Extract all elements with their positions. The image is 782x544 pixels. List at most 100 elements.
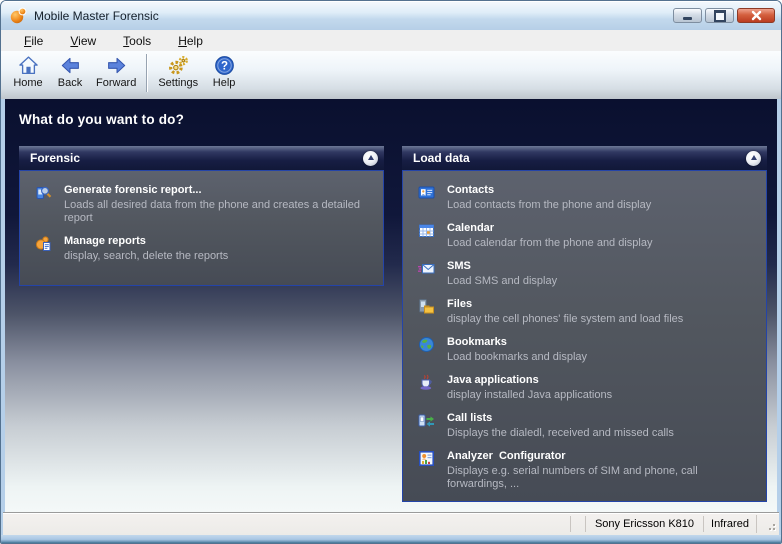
home-icon xyxy=(18,55,39,76)
forward-label: Forward xyxy=(96,77,136,89)
item-description: display the cell phones' file system and… xyxy=(447,313,683,326)
item-text: Contacts Load contacts from the phone an… xyxy=(447,183,651,212)
bookmarks-item[interactable]: Bookmarks Load bookmarks and display xyxy=(416,335,756,364)
manage-reports-item[interactable]: Manage reports display, search, delete t… xyxy=(33,234,373,263)
back-button[interactable]: Back xyxy=(49,53,91,94)
java-applications-item[interactable]: Java applications display installed Java… xyxy=(416,373,756,402)
settings-label: Settings xyxy=(158,77,198,89)
chevron-up-icon xyxy=(751,155,757,160)
minimize-icon xyxy=(683,17,692,20)
files-icon xyxy=(418,298,435,315)
java-icon xyxy=(418,374,435,391)
status-bar: Sony Ericsson K810 Infrared xyxy=(3,512,779,535)
item-text: Bookmarks Load bookmarks and display xyxy=(447,335,587,364)
item-description: Displays e.g. serial numbers of SIM and … xyxy=(447,465,753,491)
calendar-item[interactable]: Calendar Load calendar from the phone an… xyxy=(416,221,756,250)
back-label: Back xyxy=(58,77,82,89)
menu-help-hotkey: H xyxy=(178,34,187,48)
item-title: SMS xyxy=(447,259,557,273)
item-description: Load contacts from the phone and display xyxy=(447,199,651,212)
toolbar: Home Back Forward Settings xyxy=(1,51,781,99)
item-text: Call lists Displays the dialedl, receive… xyxy=(447,411,674,440)
item-title: Calendar xyxy=(447,221,652,235)
item-text: Java applications display installed Java… xyxy=(447,373,612,402)
gears-icon xyxy=(168,55,189,76)
contacts-icon xyxy=(418,184,435,201)
window-title: Mobile Master Forensic xyxy=(34,9,670,23)
item-description: display, search, delete the reports xyxy=(64,250,228,263)
forensic-collapse-button[interactable] xyxy=(363,151,378,166)
menu-tools-label: ools xyxy=(129,34,151,48)
item-title: Generate forensic report... xyxy=(64,183,370,197)
item-text: Files display the cell phones' file syst… xyxy=(447,297,683,326)
generate-forensic-report-item[interactable]: Generate forensic report... Loads all de… xyxy=(33,183,373,225)
forensic-panel-header: Forensic xyxy=(19,146,384,170)
call-lists-icon xyxy=(418,412,435,429)
menu-help[interactable]: Help xyxy=(169,32,212,50)
contacts-item[interactable]: Contacts Load contacts from the phone an… xyxy=(416,183,756,212)
app-logo-icon xyxy=(10,7,27,24)
svg-text:?: ? xyxy=(221,61,228,73)
manage-reports-icon xyxy=(35,235,52,252)
minimize-button[interactable] xyxy=(673,8,702,23)
item-title: Java applications xyxy=(447,373,612,387)
main-content: What do you want to do? Forensic xyxy=(5,99,777,512)
menu-file[interactable]: File xyxy=(15,32,52,50)
status-device: Sony Ericsson K810 xyxy=(585,516,703,532)
call-lists-item[interactable]: Call lists Displays the dialedl, receive… xyxy=(416,411,756,440)
item-description: Load bookmarks and display xyxy=(447,351,587,364)
home-button[interactable]: Home xyxy=(7,53,49,94)
item-text: Analyzer Configurator Displays e.g. seri… xyxy=(447,449,753,491)
item-text: SMS Load SMS and display xyxy=(447,259,557,288)
chevron-up-icon xyxy=(368,155,374,160)
menu-help-label: elp xyxy=(187,34,203,48)
help-label: Help xyxy=(213,77,236,89)
load-data-collapse-button[interactable] xyxy=(746,151,761,166)
settings-button[interactable]: Settings xyxy=(153,53,203,94)
home-label: Home xyxy=(13,77,42,89)
item-title: Bookmarks xyxy=(447,335,587,349)
analyzer-icon xyxy=(418,450,435,467)
forensic-report-icon xyxy=(35,184,52,201)
bookmarks-icon xyxy=(418,336,435,353)
load-data-panel-header: Load data xyxy=(402,146,767,170)
item-text: Generate forensic report... Loads all de… xyxy=(64,183,370,225)
menu-view[interactable]: View xyxy=(61,32,105,50)
forward-button[interactable]: Forward xyxy=(91,53,141,94)
load-data-panel-title: Load data xyxy=(413,151,746,165)
sms-item[interactable]: SMS Load SMS and display xyxy=(416,259,756,288)
item-title: Manage reports xyxy=(64,234,228,248)
item-description: Displays the dialedl, received and misse… xyxy=(447,427,674,440)
calendar-icon xyxy=(418,222,435,239)
analyzer-configurator-item[interactable]: Analyzer Configurator Displays e.g. seri… xyxy=(416,449,756,491)
load-data-panel-body: Contacts Load contacts from the phone an… xyxy=(402,170,767,502)
help-button[interactable]: ? Help xyxy=(203,53,245,94)
item-text: Manage reports display, search, delete t… xyxy=(64,234,228,263)
menu-tools[interactable]: Tools xyxy=(114,32,160,50)
help-icon: ? xyxy=(214,55,235,76)
item-title: Contacts xyxy=(447,183,651,197)
title-bar: Mobile Master Forensic xyxy=(1,1,781,30)
close-icon xyxy=(751,10,762,21)
load-data-panel: Load data xyxy=(402,146,767,502)
status-connection: Infrared xyxy=(703,516,756,532)
menu-bar: File View Tools Help xyxy=(1,30,781,51)
app-window: Mobile Master Forensic File View Tools H… xyxy=(0,0,782,544)
toolbar-separator xyxy=(146,54,147,92)
back-arrow-icon xyxy=(60,55,81,76)
item-description: Loads all desired data from the phone an… xyxy=(64,199,370,225)
menu-view-hotkey: V xyxy=(70,34,78,48)
item-description: display installed Java applications xyxy=(447,389,612,402)
forensic-panel-title: Forensic xyxy=(30,151,363,165)
forensic-panel: Forensic Generat xyxy=(19,146,384,286)
item-title: Call lists xyxy=(447,411,674,425)
maximize-button[interactable] xyxy=(705,8,734,23)
files-item[interactable]: Files display the cell phones' file syst… xyxy=(416,297,756,326)
item-title: Analyzer Configurator xyxy=(447,449,753,463)
menu-file-label: ile xyxy=(31,34,43,48)
resize-grip[interactable] xyxy=(756,515,779,533)
item-title: Files xyxy=(447,297,683,311)
maximize-icon xyxy=(714,10,726,22)
item-description: Load SMS and display xyxy=(447,275,557,288)
close-button[interactable] xyxy=(737,8,775,23)
